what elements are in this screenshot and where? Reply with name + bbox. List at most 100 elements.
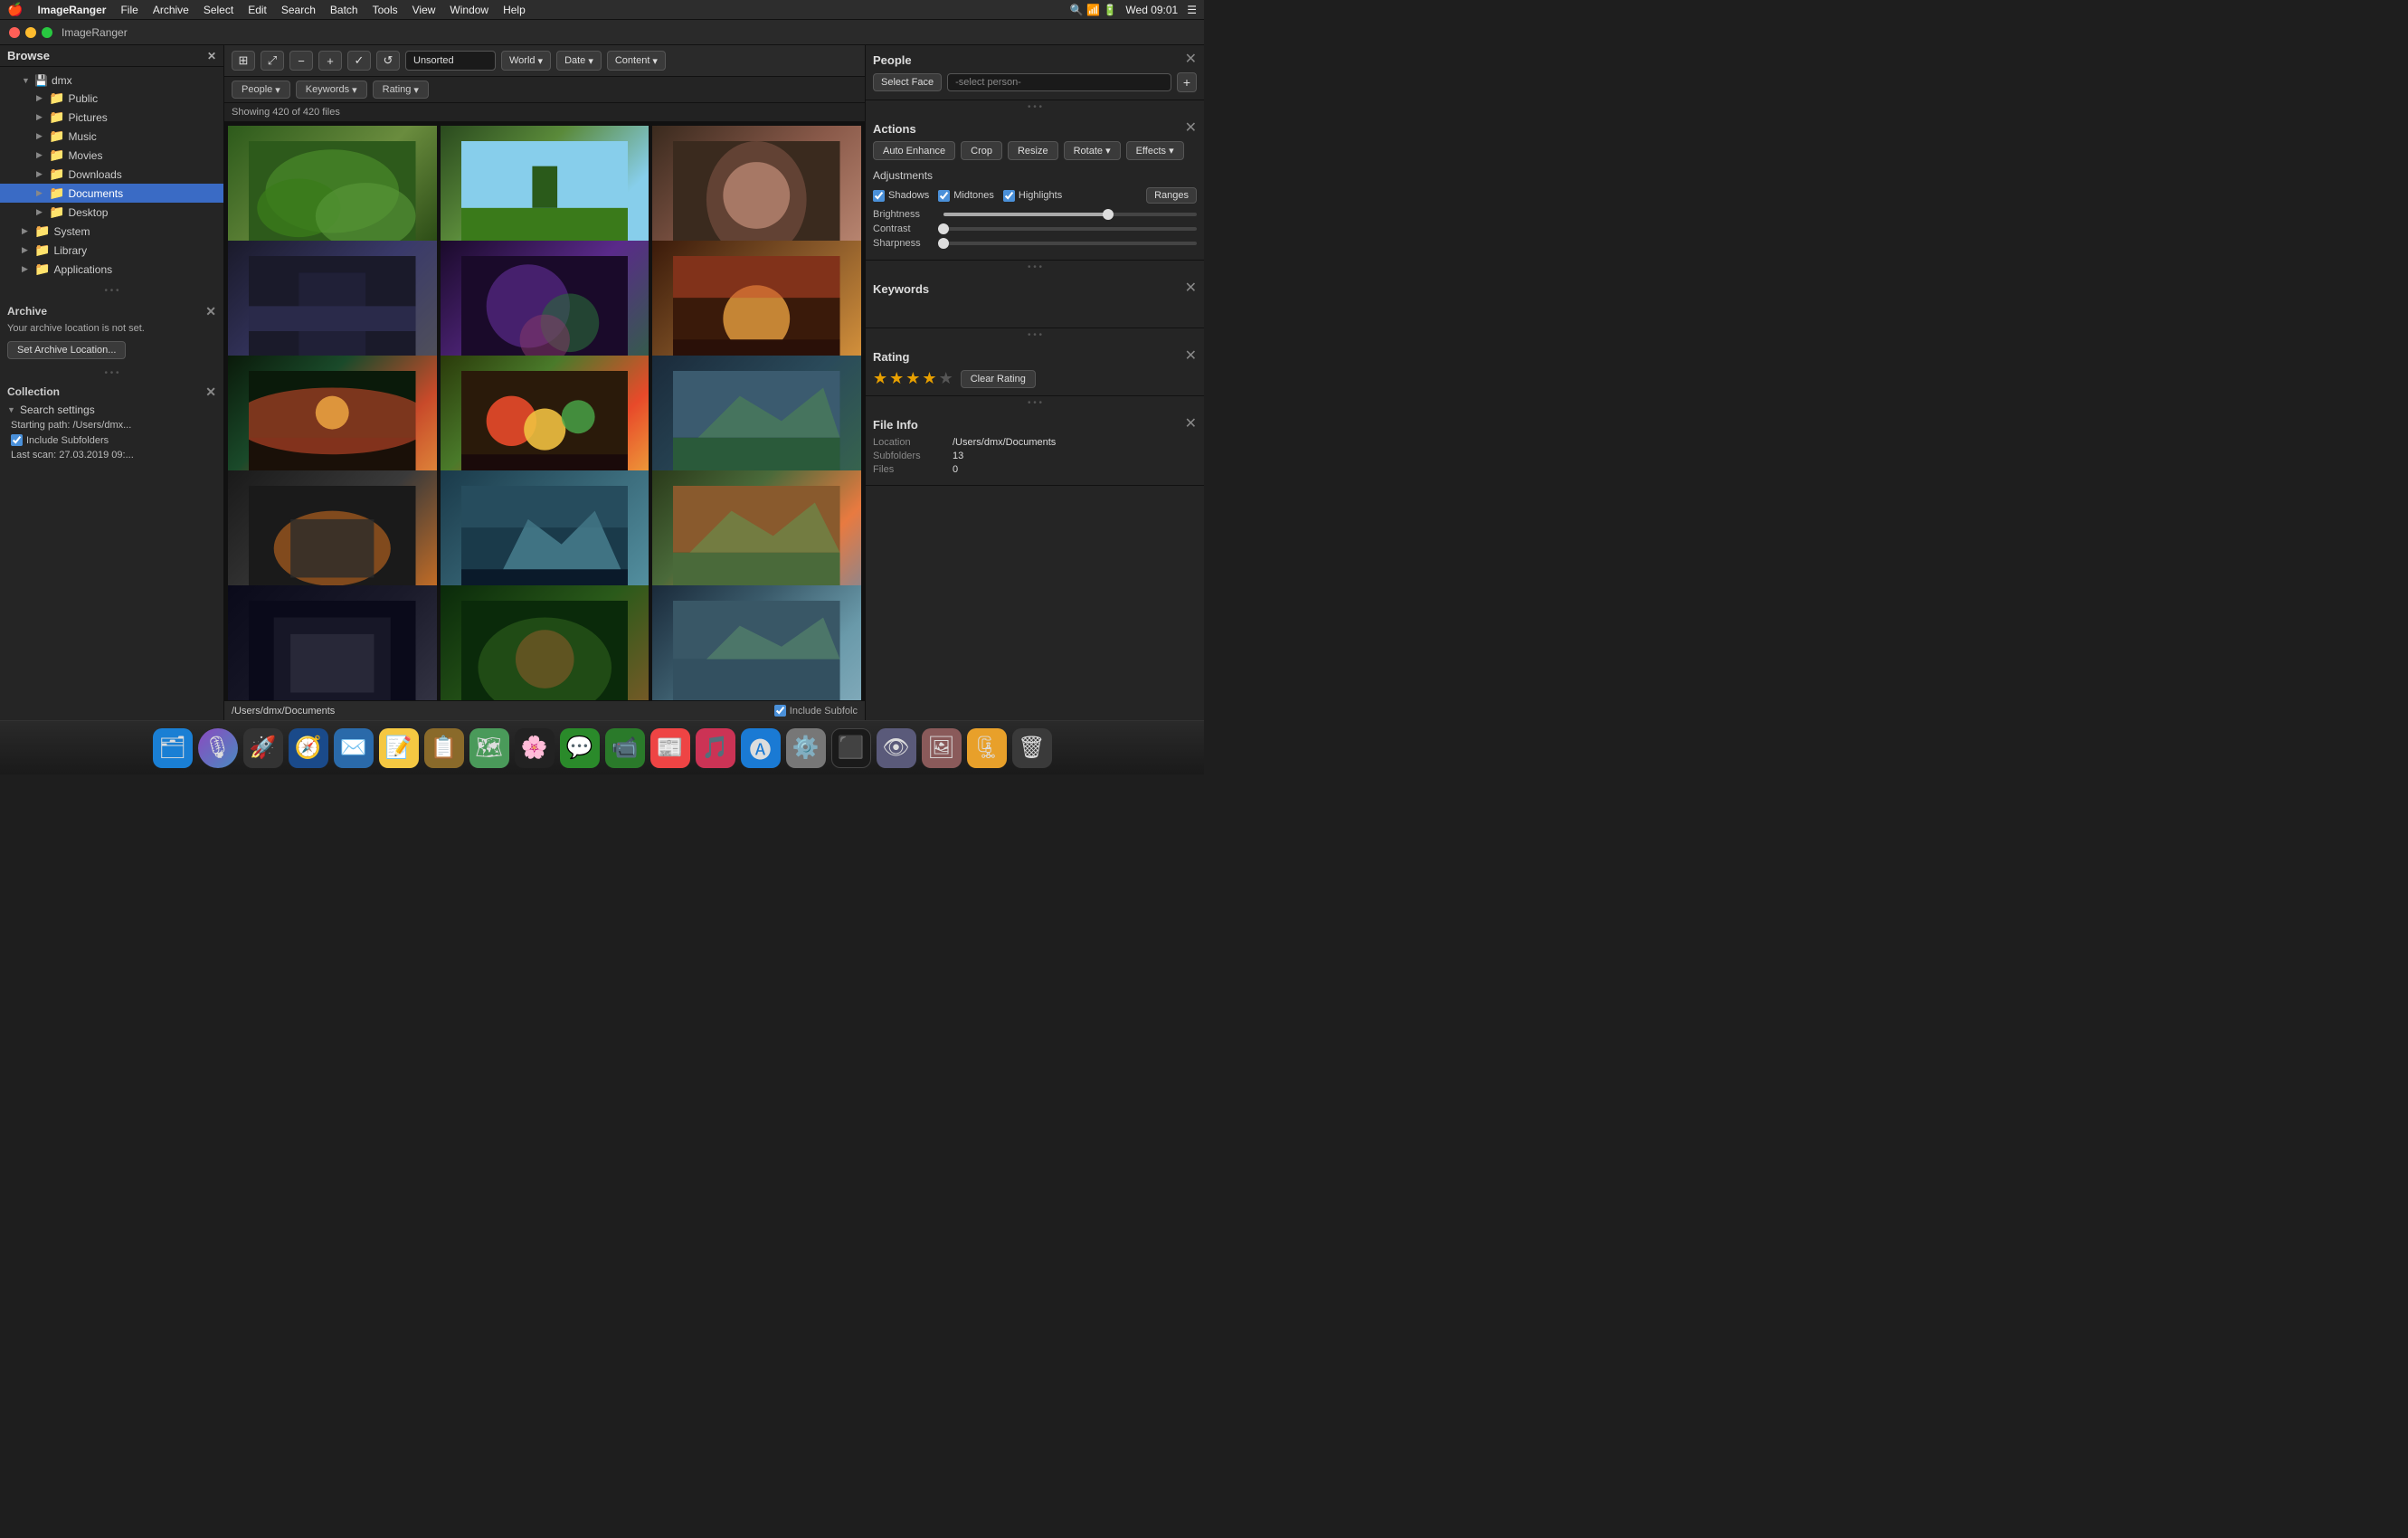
rating-resize-handle[interactable]: • • • — [866, 396, 1204, 410]
sidebar-dropdown[interactable]: ✕ — [207, 50, 216, 62]
resize-button[interactable]: Resize — [1008, 141, 1058, 160]
dock-finder[interactable]: 🗂 — [153, 728, 193, 768]
dock-siri[interactable]: 🎙 — [198, 728, 238, 768]
dock-imageranger[interactable]: 🖼 — [922, 728, 962, 768]
dock-photos[interactable]: 🌸 — [515, 728, 555, 768]
maximize-button[interactable] — [42, 27, 52, 38]
shadows-checkbox-label[interactable]: Shadows — [873, 190, 929, 202]
star-1[interactable]: ★ — [873, 369, 887, 388]
clear-rating-button[interactable]: Clear Rating — [961, 370, 1036, 388]
dock-prefs[interactable]: ⚙️ — [786, 728, 826, 768]
dock-terminal[interactable]: ⬛ — [831, 728, 871, 768]
select-person-dropdown[interactable]: -select person- — [947, 73, 1171, 91]
photo-cell-15[interactable] — [652, 585, 861, 700]
menu-archive[interactable]: Archive — [153, 4, 189, 16]
contrast-slider[interactable] — [943, 227, 1197, 231]
dock-notes[interactable]: 📝 — [379, 728, 419, 768]
midtones-checkbox-label[interactable]: Midtones — [938, 190, 994, 202]
dock-music[interactable]: 🎵 — [696, 728, 735, 768]
dock-mail[interactable]: ✉️ — [334, 728, 374, 768]
star-5[interactable]: ★ — [939, 369, 953, 388]
select-face-button[interactable]: Select Face — [873, 73, 942, 91]
tree-root[interactable]: ▼ 💾 dmx — [0, 72, 223, 89]
menu-file[interactable]: File — [120, 4, 137, 16]
bottom-include-subfolders-checkbox[interactable] — [774, 705, 786, 717]
refresh-button[interactable]: ↺ — [376, 51, 400, 71]
close-button[interactable] — [9, 27, 20, 38]
sidebar-item-system[interactable]: ▶ 📁 System — [0, 222, 223, 241]
sidebar-item-public[interactable]: ▶ 📁 Public — [0, 89, 223, 108]
actions-close-button[interactable]: ✕ — [1185, 121, 1197, 136]
zoom-in-button[interactable]: + — [318, 51, 342, 71]
sidebar-item-pictures[interactable]: ▶ 📁 Pictures — [0, 108, 223, 127]
dock-launchpad[interactable]: 🚀 — [243, 728, 283, 768]
star-3[interactable]: ★ — [905, 369, 920, 388]
menu-batch[interactable]: Batch — [330, 4, 358, 16]
menu-select[interactable]: Select — [204, 4, 233, 16]
crop-button[interactable]: Crop — [961, 141, 1002, 160]
sidebar-item-documents[interactable]: ▶ 📁 Documents — [0, 184, 223, 203]
search-settings-item[interactable]: ▼ Search settings — [7, 402, 216, 418]
dock-trash[interactable]: 🗑 — [1012, 728, 1052, 768]
sidebar-resize-handle[interactable]: • • • — [0, 284, 223, 298]
archive-resize-handle[interactable]: • • • — [0, 366, 223, 380]
star-2[interactable]: ★ — [889, 369, 904, 388]
shadows-checkbox[interactable] — [873, 190, 885, 202]
brightness-slider[interactable] — [943, 213, 1197, 216]
dock-preview[interactable]: 👁 — [877, 728, 916, 768]
sharpness-slider[interactable] — [943, 242, 1197, 245]
keywords-close-button[interactable]: ✕ — [1185, 281, 1197, 296]
rating-close-button[interactable]: ✕ — [1185, 349, 1197, 364]
keywords-resize-handle[interactable]: • • • — [866, 328, 1204, 342]
actions-resize-handle[interactable]: • • • — [866, 261, 1204, 274]
set-archive-location-button[interactable]: Set Archive Location... — [7, 341, 126, 359]
include-subfolders-checkbox[interactable] — [11, 434, 23, 446]
effects-button[interactable]: Effects ▾ — [1126, 141, 1184, 160]
collection-close-button[interactable]: ✕ — [205, 385, 216, 398]
menu-view[interactable]: View — [412, 4, 436, 16]
ranges-button[interactable]: Ranges — [1146, 187, 1197, 204]
menu-search[interactable]: Search — [281, 4, 316, 16]
grid-view-button[interactable]: ⊞ — [232, 51, 255, 71]
keywords-filter-button[interactable]: Keywords ▾ — [296, 81, 367, 99]
sidebar-item-music[interactable]: ▶ 📁 Music — [0, 127, 223, 146]
menu-icon[interactable]: ☰ — [1187, 4, 1197, 16]
menu-edit[interactable]: Edit — [248, 4, 267, 16]
sidebar-item-library[interactable]: ▶ 📁 Library — [0, 241, 223, 260]
world-sort-button[interactable]: World ▾ — [501, 51, 551, 71]
menu-help[interactable]: Help — [503, 4, 526, 16]
auto-enhance-button[interactable]: Auto Enhance — [873, 141, 955, 160]
dock-stickies[interactable]: 📋 — [424, 728, 464, 768]
stars-display[interactable]: ★ ★ ★ ★ ★ — [873, 369, 953, 388]
include-subfolders-option[interactable]: Include Subfolders — [7, 432, 216, 448]
sidebar-item-movies[interactable]: ▶ 📁 Movies — [0, 146, 223, 165]
menu-tools[interactable]: Tools — [373, 4, 398, 16]
rotate-button[interactable]: Rotate ▾ — [1064, 141, 1121, 160]
minimize-button[interactable] — [25, 27, 36, 38]
sidebar-item-desktop[interactable]: ▶ 📁 Desktop — [0, 203, 223, 222]
content-sort-button[interactable]: Content ▾ — [607, 51, 666, 71]
sidebar-item-downloads[interactable]: ▶ 📁 Downloads — [0, 165, 223, 184]
zoom-out-button[interactable]: − — [289, 51, 313, 71]
dock-messages[interactable]: 💬 — [560, 728, 600, 768]
photo-cell-14[interactable] — [441, 585, 649, 700]
add-person-button[interactable]: + — [1177, 72, 1197, 92]
dock-facetime[interactable]: 📹 — [605, 728, 645, 768]
expand-button[interactable]: ⤢ — [261, 51, 284, 71]
archive-close-button[interactable]: ✕ — [205, 305, 216, 318]
midtones-checkbox[interactable] — [938, 190, 950, 202]
dock-appstore[interactable]: 🅐 — [741, 728, 781, 768]
photo-cell-13[interactable] — [228, 585, 437, 700]
sort-input[interactable] — [405, 51, 496, 71]
date-sort-button[interactable]: Date ▾ — [556, 51, 602, 71]
menu-window[interactable]: Window — [450, 4, 488, 16]
people-resize-handle[interactable]: • • • — [866, 100, 1204, 114]
highlights-checkbox[interactable] — [1003, 190, 1015, 202]
rating-filter-button[interactable]: Rating ▾ — [373, 81, 429, 99]
apple-menu[interactable]: 🍎 — [7, 2, 23, 17]
people-filter-button[interactable]: People ▾ — [232, 81, 290, 99]
dock-safari[interactable]: 🧭 — [289, 728, 328, 768]
highlights-checkbox-label[interactable]: Highlights — [1003, 190, 1062, 202]
sidebar-item-applications[interactable]: ▶ 📁 Applications — [0, 260, 223, 279]
dock-news[interactable]: 📰 — [650, 728, 690, 768]
